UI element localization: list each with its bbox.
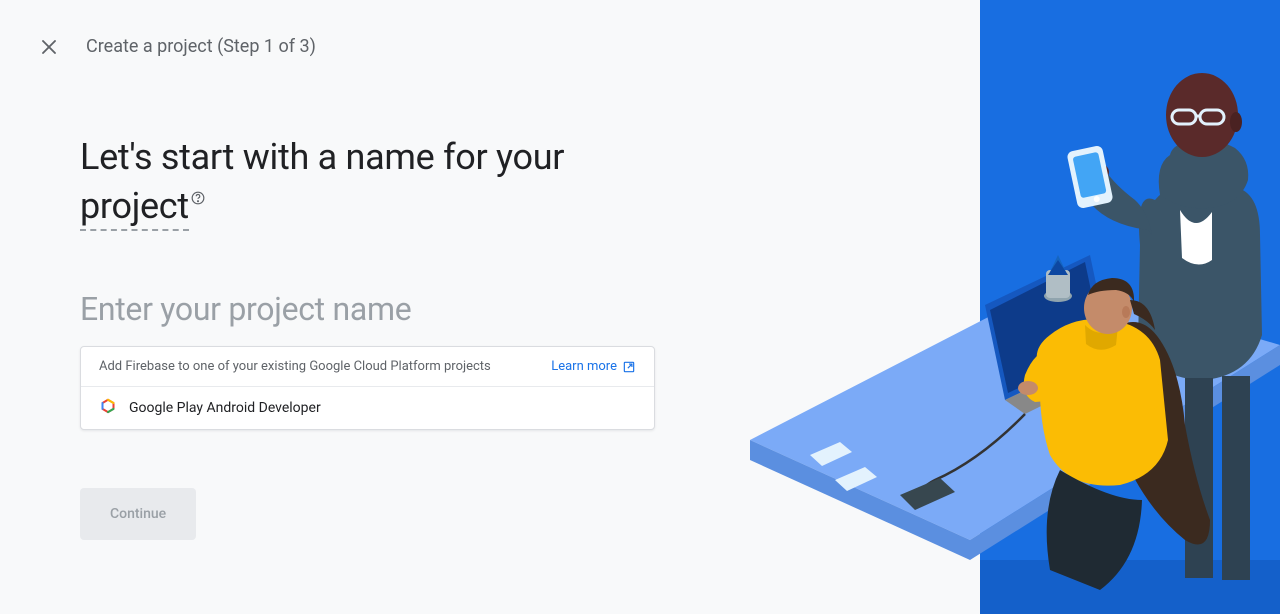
learn-more-label: Learn more xyxy=(551,359,617,374)
close-icon[interactable] xyxy=(40,38,58,56)
gcp-icon xyxy=(97,397,119,419)
learn-more-link[interactable]: Learn more xyxy=(551,359,636,374)
gcp-projects-dropdown: Add Firebase to one of your existing Goo… xyxy=(80,346,655,430)
header: Create a project (Step 1 of 3) xyxy=(0,0,980,93)
project-name-input-wrapper: Enter your project name Add Firebase to … xyxy=(80,290,660,430)
external-link-icon xyxy=(622,360,636,374)
project-name-input[interactable]: Enter your project name xyxy=(80,290,660,328)
header-title: Create a project (Step 1 of 3) xyxy=(86,36,316,57)
continue-button[interactable]: Continue xyxy=(80,488,196,540)
content-wrapper: Let's start with a name for your project… xyxy=(0,93,740,540)
main-content-area: Create a project (Step 1 of 3) Let's sta… xyxy=(0,0,980,614)
dropdown-header: Add Firebase to one of your existing Goo… xyxy=(81,347,654,387)
gcp-project-label: Google Play Android Developer xyxy=(129,400,321,416)
illustration-panel xyxy=(980,0,1280,614)
help-icon[interactable] xyxy=(191,189,205,211)
page-heading: Let's start with a name for your project xyxy=(80,133,660,230)
gcp-project-item[interactable]: Google Play Android Developer xyxy=(81,387,654,429)
heading-prefix: Let's start with a name for your xyxy=(80,136,564,178)
dropdown-header-text: Add Firebase to one of your existing Goo… xyxy=(99,359,491,374)
heading-underlined: project xyxy=(80,185,189,231)
